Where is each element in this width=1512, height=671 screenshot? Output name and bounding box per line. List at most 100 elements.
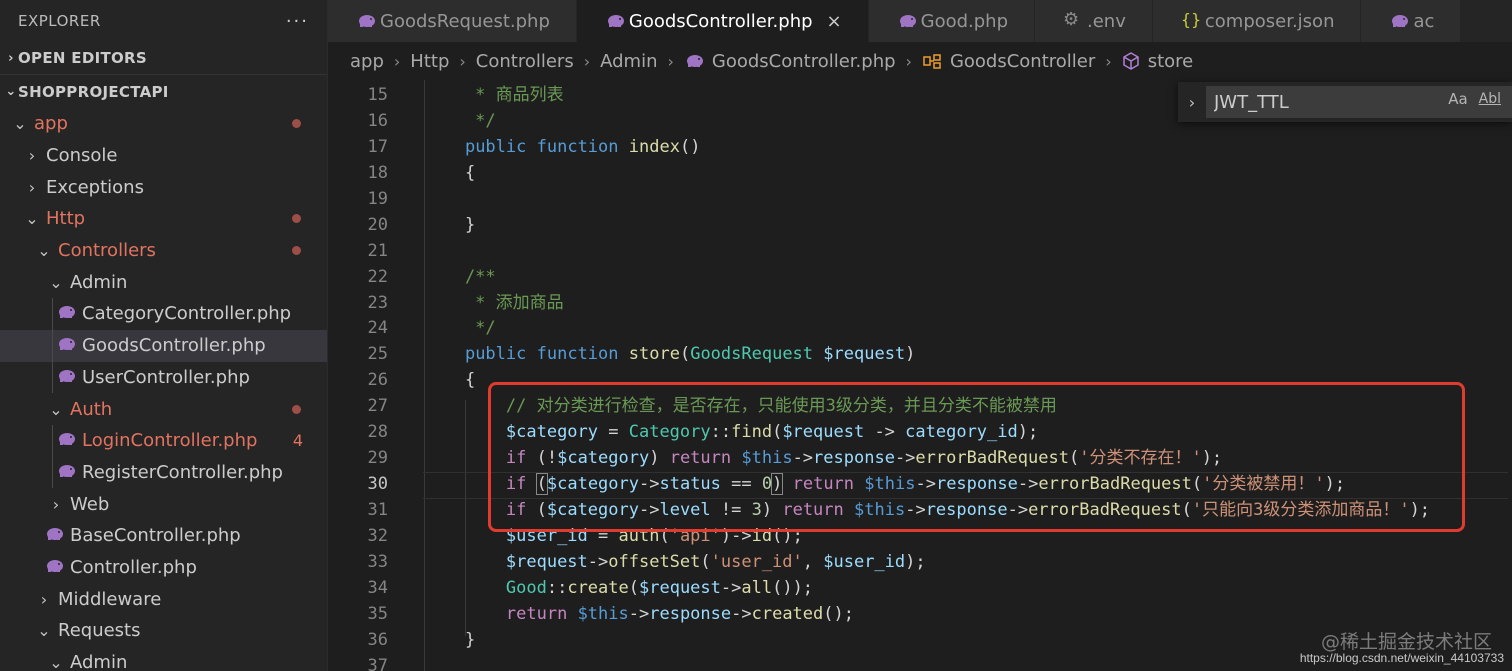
tree-folder-requests[interactable]: ⌄ Requests (0, 615, 327, 647)
breadcrumb-item[interactable]: Controllers (476, 51, 574, 72)
code-token: ); (1324, 474, 1346, 495)
tab-composer-json[interactable]: {} composer.json (1152, 0, 1362, 42)
tree-file-base-controller[interactable]: BaseController.php (0, 520, 327, 552)
code-token: return (505, 603, 568, 624)
code-token: $category (557, 448, 650, 469)
tree-folder-console[interactable]: › Console (0, 140, 327, 172)
tree-folder-controllers[interactable]: ⌄ Controllers (0, 235, 327, 267)
breadcrumb-item[interactable]: app (350, 51, 384, 72)
line-number: 36 (367, 629, 388, 650)
code-token: -> (587, 551, 609, 572)
code-line[interactable]: * 添加商品 (424, 291, 1504, 317)
chevron-down-icon: ⌄ (13, 114, 27, 134)
find-options: Aa Abl (1448, 90, 1502, 108)
breadcrumb-item[interactable]: store (1148, 51, 1194, 72)
tree-folder-http[interactable]: ⌄ Http (0, 203, 327, 235)
code-line[interactable]: public function store(GoodsRequest $requ… (424, 342, 1504, 368)
tree-file-goods-controller[interactable]: GoodsController.php (0, 329, 327, 362)
code-token: ); (905, 551, 926, 572)
code-line[interactable]: if ($category->status == 0) return $this… (423, 472, 1508, 499)
code-token: ) (761, 500, 783, 520)
chevron-down-icon: ⌄ (37, 621, 51, 641)
tree-file-login-controller[interactable]: LoginController.php 4 (0, 424, 327, 457)
breadcrumb-item[interactable]: GoodsController (950, 51, 1095, 72)
code-lines: * 商品列表 */ public function index() { } /*… (423, 83, 1508, 671)
code-line[interactable]: if (!$category) return $this->response->… (424, 446, 1504, 472)
line-number: 22 (367, 266, 388, 287)
tab-label: GoodsRequest.php (380, 10, 550, 32)
chevron-right-icon[interactable]: › (1178, 93, 1206, 112)
tree-folder-web[interactable]: › Web (0, 488, 327, 520)
code-token: $category (505, 422, 599, 443)
code-token: 'api' (669, 525, 721, 546)
tab-goods-request[interactable]: GoodsRequest.php (328, 0, 577, 42)
line-number: 21 (367, 240, 388, 261)
code-token: category_id (905, 422, 1018, 443)
tree-file-register-controller[interactable]: RegisterController.php (0, 456, 327, 489)
code-token: ( (679, 344, 691, 365)
breadcrumb-item[interactable]: Http (410, 51, 449, 72)
code-line[interactable]: if ($category->level != 3) return $this-… (424, 498, 1504, 524)
code-line[interactable] (424, 187, 1504, 213)
tab-env[interactable]: ⚙ .env (1035, 0, 1153, 42)
code-token: ) (905, 344, 916, 365)
code-token: ) (649, 448, 670, 469)
tree-folder-requests-admin[interactable]: ⌄ Admin (0, 647, 327, 671)
code-token: */ (424, 318, 496, 339)
tree-file-controller[interactable]: Controller.php (0, 552, 327, 584)
explorer-header: EXPLORER ··· (0, 0, 327, 42)
close-icon[interactable]: × (827, 11, 842, 32)
tab-good[interactable]: Good.php (868, 0, 1036, 42)
open-editors-label: OPEN EDITORS (18, 49, 147, 67)
tree-folder-app[interactable]: ⌄ app (0, 108, 327, 140)
code-token: $request (782, 422, 865, 443)
tree-folder-exceptions[interactable]: › Exceptions (0, 171, 327, 203)
tree-file-category-controller[interactable]: CategoryController.php (0, 298, 327, 330)
breadcrumb-item[interactable]: GoodsController.php (712, 51, 896, 72)
editor-tabs: GoodsRequest.php GoodsController.php × G… (328, 0, 1512, 42)
code-line[interactable]: $user_id = auth('api')->id(); (424, 524, 1504, 550)
breadcrumb-item[interactable]: Admin (600, 51, 657, 72)
code-editor[interactable]: 15 16 17 18 19 20 21 22 23 24 25 26 27 2… (328, 80, 1512, 671)
tree-label: GoodsController.php (82, 335, 266, 357)
tab-ac[interactable]: ac (1361, 0, 1462, 42)
indent-guide (52, 361, 53, 394)
code-line[interactable]: /** (424, 265, 1504, 291)
code-line[interactable]: { (424, 368, 1504, 394)
file-tree: ⌄ app › Console › Exceptions ⌄ Http ⌄ Co… (0, 108, 327, 671)
tab-goods-controller[interactable]: GoodsController.php × (576, 0, 869, 42)
code-line[interactable]: { (424, 161, 1504, 187)
watermark-url: https://blog.csdn.net/weixin_44103733 (1299, 651, 1504, 665)
code-line[interactable]: $category = Category::find($request -> c… (424, 420, 1504, 446)
code-line[interactable]: Good::create($request->all()); (424, 576, 1504, 602)
code-line[interactable]: } (424, 213, 1504, 239)
tree-folder-middleware[interactable]: › Middleware (0, 583, 327, 615)
tree-label: BaseController.php (70, 525, 241, 547)
project-section[interactable]: ⌄ SHOPPROJECTAPI (0, 75, 327, 108)
php-elephant-icon (44, 557, 64, 578)
line-number: 35 (367, 603, 388, 624)
match-case-icon[interactable]: Aa (1448, 90, 1467, 108)
more-actions-icon[interactable]: ··· (286, 11, 309, 32)
chevron-down-icon: ⌄ (25, 209, 39, 229)
modified-dot-icon (292, 119, 301, 129)
code-line[interactable] (424, 239, 1504, 265)
code-line[interactable]: return $this->response->created(); (424, 602, 1504, 628)
line-number: 28 (367, 422, 388, 443)
tree-folder-auth[interactable]: ⌄ Auth (0, 393, 327, 425)
code-line[interactable]: $request->offsetSet('user_id', $user_id)… (424, 550, 1504, 576)
code-token: != (710, 500, 752, 520)
tab-label: .env (1087, 10, 1126, 32)
whole-word-icon[interactable]: Abl (1478, 90, 1502, 108)
open-editors-section[interactable]: › OPEN EDITORS (0, 42, 327, 75)
tree-folder-admin[interactable]: ⌄ Admin (0, 266, 327, 298)
code-line[interactable]: // 对分类进行检查，是否存在，只能使用3级分类，并且分类不能被禁用 (424, 394, 1504, 420)
code-line[interactable]: public function index() (424, 135, 1504, 161)
code-token: * 添加商品 (424, 292, 564, 313)
tree-file-user-controller[interactable]: UserController.php (0, 361, 327, 394)
code-line[interactable]: */ (424, 316, 1504, 342)
